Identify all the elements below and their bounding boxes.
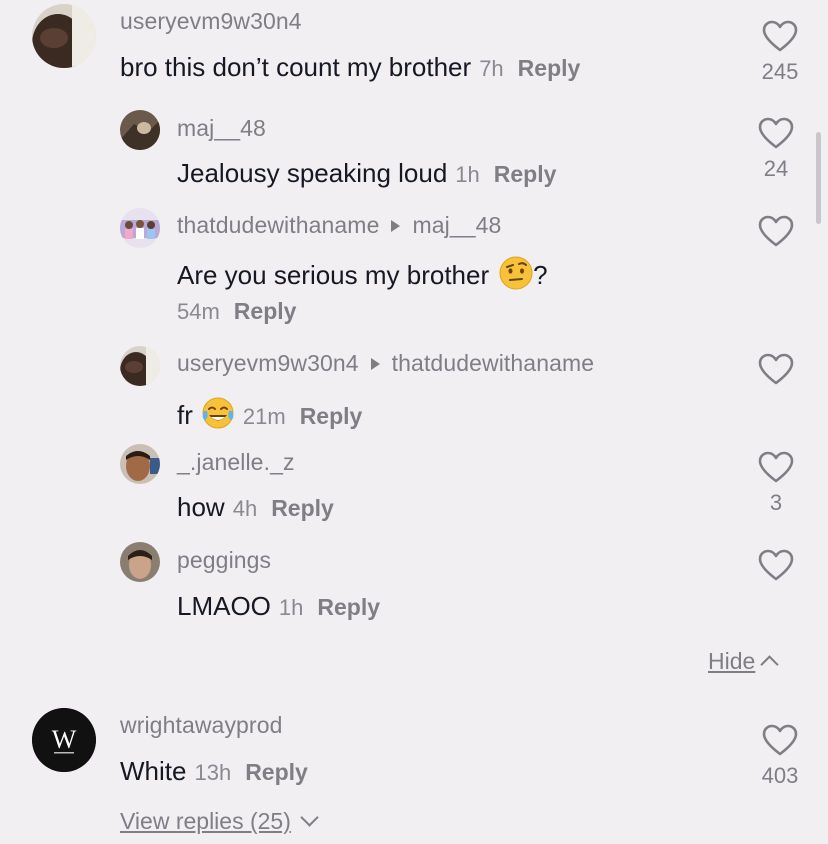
heart-outline-icon bbox=[758, 353, 794, 385]
like-button[interactable] bbox=[746, 353, 806, 392]
avatar[interactable]: W bbox=[32, 708, 96, 772]
comment-username[interactable]: wrightawayprod bbox=[120, 712, 282, 739]
like-button[interactable]: 403 bbox=[750, 724, 810, 789]
like-count: 3 bbox=[769, 490, 783, 515]
reply-time: 4h bbox=[232, 496, 258, 521]
like-button[interactable] bbox=[746, 549, 806, 588]
reply-username-row: useryevm9w30n4 thatdudewithaname bbox=[177, 350, 594, 377]
avatar[interactable] bbox=[120, 208, 160, 248]
avatar[interactable] bbox=[120, 110, 160, 150]
comment-text: bro this don’t count my brother bbox=[120, 52, 472, 82]
reply-username-row: thatdudewithaname maj__48 bbox=[177, 212, 501, 239]
scrollbar[interactable] bbox=[816, 132, 821, 224]
view-replies-button[interactable]: View replies (25) bbox=[120, 808, 319, 835]
like-button[interactable] bbox=[746, 215, 806, 254]
like-count: 245 bbox=[761, 59, 799, 84]
reply-text-row: Jealousy speaking loud 1h Reply bbox=[177, 158, 556, 189]
hide-label: Hide bbox=[708, 648, 756, 674]
reply-text: LMAOO bbox=[177, 591, 271, 621]
comment-text-row: bro this don’t count my brother 7h Reply bbox=[120, 52, 580, 83]
reply-text-row: Are you serious my brother ? bbox=[177, 256, 548, 291]
reply-text: fr bbox=[177, 400, 193, 430]
reply-text-suffix: ? bbox=[533, 260, 548, 290]
chevron-down-icon bbox=[300, 808, 319, 827]
comment-text: White bbox=[120, 756, 187, 786]
like-count: 403 bbox=[761, 763, 799, 788]
view-replies-label: View replies (25) bbox=[120, 808, 291, 834]
reply-button[interactable]: Reply bbox=[300, 403, 363, 429]
avatar[interactable] bbox=[120, 542, 160, 582]
reply-text-row: LMAOO 1h Reply bbox=[177, 591, 380, 622]
reply-time: 54m bbox=[177, 299, 220, 324]
comments-panel: useryevm9w30n4 bro this don’t count my b… bbox=[0, 0, 828, 844]
tears-of-joy-emoji-icon bbox=[201, 396, 235, 430]
reply-meta-row: 54m Reply bbox=[177, 298, 296, 325]
comment-time: 13h bbox=[194, 760, 232, 785]
triangle-right-icon bbox=[391, 219, 401, 232]
heart-outline-icon bbox=[762, 20, 798, 52]
w-logo-letter: W bbox=[52, 725, 77, 754]
heart-outline-icon bbox=[758, 117, 794, 149]
reply-text-row: fr 21m Reply bbox=[177, 396, 362, 431]
reply-button[interactable]: Reply bbox=[494, 161, 557, 187]
reply-username[interactable]: peggings bbox=[177, 547, 271, 574]
reply-text: Jealousy speaking loud bbox=[177, 158, 448, 188]
reply-username[interactable]: useryevm9w30n4 bbox=[177, 350, 359, 376]
reply-button[interactable]: Reply bbox=[518, 55, 581, 81]
reply-text-row: how 4h Reply bbox=[177, 492, 334, 523]
comment-text-row: White 13h Reply bbox=[120, 756, 308, 787]
reply-button[interactable]: Reply bbox=[271, 495, 334, 521]
reply-to-username[interactable]: thatdudewithaname bbox=[392, 350, 594, 376]
reply-text: Are you serious my brother bbox=[177, 260, 490, 290]
avatar[interactable] bbox=[32, 4, 96, 68]
like-button[interactable]: 3 bbox=[746, 451, 806, 516]
reply-text: how bbox=[177, 492, 225, 522]
heart-outline-icon bbox=[758, 215, 794, 247]
chevron-up-icon bbox=[760, 655, 780, 674]
reply-button[interactable]: Reply bbox=[234, 298, 297, 324]
reply-username[interactable]: thatdudewithaname bbox=[177, 212, 379, 238]
like-button[interactable]: 24 bbox=[746, 117, 806, 182]
like-button[interactable]: 245 bbox=[750, 20, 810, 85]
raised-eyebrow-emoji-icon bbox=[499, 256, 533, 290]
reply-button[interactable]: Reply bbox=[245, 759, 308, 785]
reply-to-username[interactable]: maj__48 bbox=[412, 212, 501, 238]
reply-time: 21m bbox=[242, 404, 286, 429]
reply-time: 1h bbox=[278, 595, 304, 620]
avatar[interactable] bbox=[120, 444, 160, 484]
heart-outline-icon bbox=[762, 724, 798, 756]
avatar[interactable] bbox=[120, 346, 160, 386]
reply-button[interactable]: Reply bbox=[317, 594, 380, 620]
heart-outline-icon bbox=[758, 549, 794, 581]
like-count: 24 bbox=[763, 156, 789, 181]
triangle-right-icon bbox=[370, 357, 380, 370]
reply-time: 1h bbox=[455, 162, 480, 187]
heart-outline-icon bbox=[758, 451, 794, 483]
hide-replies-button[interactable]: Hide bbox=[708, 648, 780, 675]
comment-time: 7h bbox=[479, 56, 504, 81]
reply-username[interactable]: _.janelle._z bbox=[177, 449, 295, 476]
comment-username[interactable]: useryevm9w30n4 bbox=[120, 8, 302, 35]
reply-username[interactable]: maj__48 bbox=[177, 115, 266, 142]
